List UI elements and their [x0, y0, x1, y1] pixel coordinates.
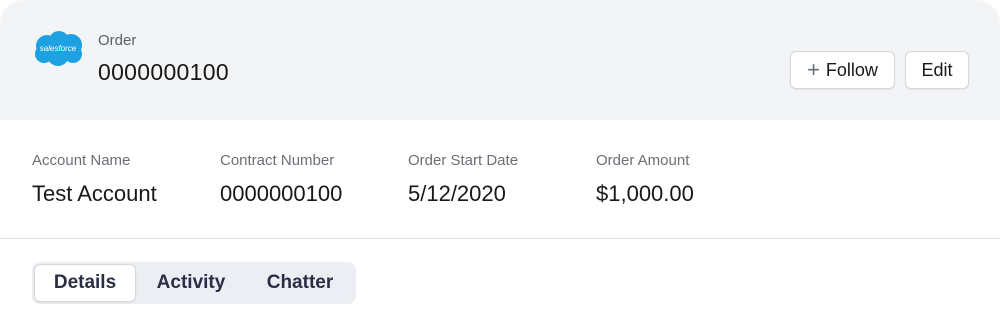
plus-icon: + [807, 57, 820, 82]
field-contract-number: Contract Number 0000000100 [220, 152, 342, 207]
field-label: Contract Number [220, 152, 335, 169]
edit-button-label: Edit [921, 59, 953, 80]
tab-chatter[interactable]: Chatter [246, 264, 354, 302]
edit-button[interactable]: Edit [905, 51, 969, 89]
field-label: Account Name [32, 152, 131, 169]
logo-text: salesforce [40, 44, 77, 53]
record-title: 0000000100 [98, 59, 229, 85]
field-order-start-date: Order Start Date 5/12/2020 [408, 152, 518, 207]
tab-bar: Details Activity Chatter [32, 262, 356, 304]
record-header-card: salesforce Order 0000000100 + Follow Edi… [0, 0, 1000, 336]
record-header: salesforce Order 0000000100 + Follow Edi… [0, 0, 1000, 120]
follow-button-label: Follow [825, 59, 878, 80]
field-account-name: Account Name Test Account [32, 152, 157, 207]
highlights-panel: Account Name Test Account Contract Numbe… [0, 120, 1000, 239]
field-label: Order Amount [596, 152, 690, 169]
follow-button[interactable]: + Follow [790, 51, 895, 89]
tab-details[interactable]: Details [34, 264, 136, 302]
field-order-amount: Order Amount $1,000.00 [596, 152, 694, 207]
field-value: 0000000100 [220, 181, 343, 206]
tab-activity[interactable]: Activity [136, 264, 246, 302]
field-label: Order Start Date [408, 152, 519, 169]
field-value: Test Account [32, 181, 157, 206]
salesforce-logo-icon: salesforce [35, 31, 82, 66]
field-value: $1,000.00 [596, 181, 694, 206]
object-type-label: Order [98, 32, 137, 49]
field-value: 5/12/2020 [408, 181, 506, 206]
